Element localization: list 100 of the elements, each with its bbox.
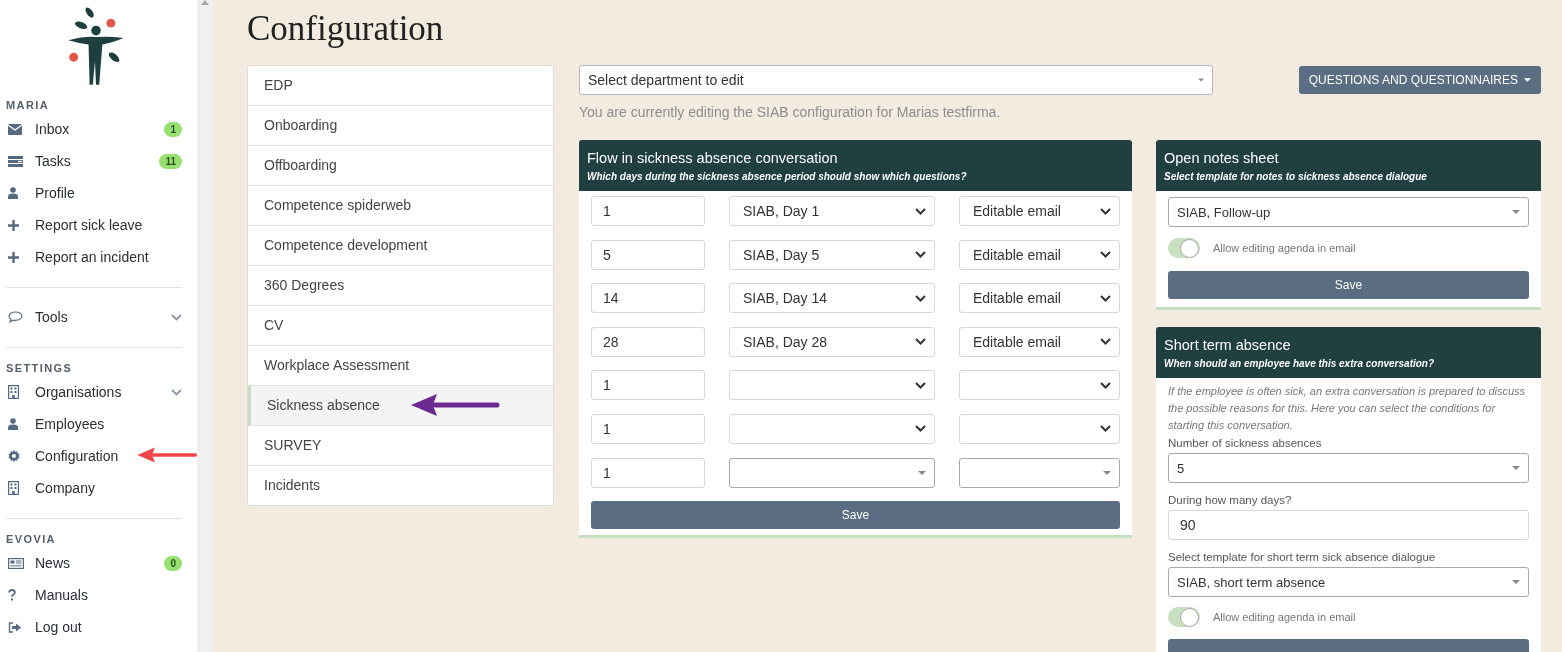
menu-item[interactable]: Competence development [248, 226, 553, 266]
select-field[interactable]: SIAB, short term absence [1168, 567, 1529, 597]
sidebar-item[interactable]: Log out [6, 611, 182, 643]
chevron-down-icon [915, 207, 926, 215]
menu-item[interactable]: Incidents [248, 466, 553, 505]
day-input[interactable]: 5 [591, 239, 705, 270]
sidebar-item-label: Organisations [35, 384, 123, 400]
card-title: Short term absence [1164, 336, 1292, 354]
sidebar-item-label: Report an incident [35, 249, 150, 265]
sidebar-item-label: Report sick leave [35, 217, 144, 233]
menu-item[interactable]: SURVEY [248, 426, 553, 466]
day-input[interactable]: 1 [591, 370, 705, 401]
day-input[interactable]: 1 [591, 413, 705, 444]
menu-item[interactable]: Onboarding [248, 106, 553, 146]
sidebar-item[interactable]: Organisations [6, 376, 182, 408]
template-select[interactable]: SIAB, Day 28 [729, 326, 935, 357]
select-field[interactable]: 5 [1168, 453, 1529, 483]
template-select[interactable] [729, 457, 935, 488]
questions-dropdown-button[interactable]: QUESTIONS AND QUESTIONNAIRES [1298, 66, 1541, 94]
sidebar-item-label: News [35, 555, 71, 571]
field-label: Number of sickness absences [1168, 436, 1323, 451]
sidebar-item[interactable]: Tools [6, 301, 182, 333]
toggle-label: Allow editing agenda in email [1213, 611, 1356, 623]
delivery-select[interactable] [959, 413, 1120, 444]
field-label: During how many days? [1168, 493, 1293, 508]
template-select[interactable] [729, 370, 935, 401]
card-subtitle: When should an employee have this extra conversation? [1164, 357, 1436, 370]
sidebar-item-label: Company [35, 480, 96, 496]
sidebar-item-label: Profile [35, 185, 76, 201]
delivery-select[interactable]: Editable email [959, 326, 1120, 357]
question-mark-icon [8, 589, 16, 601]
days-input[interactable]: 90 [1168, 510, 1529, 540]
template-select[interactable]: SIAB, Follow-up [1168, 197, 1529, 227]
sidebar-item-label: Manuals [35, 587, 89, 603]
menu-item[interactable]: Offboarding [248, 146, 553, 186]
chevron-down-icon [915, 338, 926, 346]
chevron-down-icon [915, 425, 926, 433]
card-title: Open notes sheet [1164, 149, 1280, 167]
scrollbar[interactable] [197, 0, 213, 652]
person-icon [8, 418, 18, 430]
sidebar-item[interactable]: Inbox 1 [6, 113, 182, 145]
sidebar-item[interactable]: Configuration [6, 440, 182, 472]
envelope-icon [8, 123, 22, 135]
save-button[interactable]: Save [591, 500, 1120, 529]
template-select[interactable]: SIAB, Day 14 [729, 283, 935, 314]
page-title: Configuration [247, 10, 445, 50]
sidebar-item-label: Configuration [35, 448, 120, 464]
sidebar-item[interactable]: News 0 [6, 547, 182, 579]
speech-bubble-icon [8, 311, 23, 323]
caret-icon [1512, 210, 1520, 214]
building-icon [8, 481, 19, 495]
delivery-select[interactable]: Editable email [959, 196, 1120, 226]
logout-icon [8, 621, 22, 633]
toggle-label: Allow editing agenda in email [1213, 242, 1356, 254]
template-select[interactable]: SIAB, Day 5 [729, 239, 935, 270]
day-input[interactable]: 14 [591, 283, 705, 314]
menu-item[interactable]: EDP [248, 66, 553, 106]
delivery-select[interactable] [959, 457, 1120, 488]
count-badge: 0 [164, 555, 182, 571]
sidebar-item[interactable]: Company [6, 472, 182, 504]
info-text: You are currently editing the SIAB configuration for Marias testfirma. [579, 104, 1002, 120]
department-select[interactable]: Select department to edit [579, 65, 1213, 95]
sidebar-item[interactable]: Employees [6, 408, 182, 440]
menu-item[interactable]: Competence spiderweb [248, 186, 553, 226]
sidebar-item-label: Tasks [35, 153, 72, 169]
menu-item[interactable]: CV [248, 306, 553, 346]
plus-icon [8, 219, 19, 231]
chevron-down-icon [915, 251, 926, 259]
save-button[interactable]: Save [1168, 271, 1529, 299]
newspaper-icon [8, 557, 24, 569]
sidebar-item[interactable]: Report sick leave [6, 209, 182, 241]
day-input[interactable]: 28 [591, 326, 705, 357]
chevron-down-icon [1100, 207, 1111, 215]
scroll-up-icon[interactable] [201, 0, 209, 5]
delivery-select[interactable]: Editable email [959, 239, 1120, 270]
section-heading: EVOVIA [6, 532, 57, 547]
delivery-select[interactable] [959, 370, 1120, 401]
caret-icon [1512, 580, 1520, 584]
delivery-select[interactable]: Editable email [959, 283, 1120, 314]
sidebar-item[interactable]: Manuals [6, 579, 182, 611]
template-select[interactable] [729, 413, 935, 444]
settings-icon [8, 450, 20, 462]
day-input[interactable]: 1 [591, 196, 705, 226]
day-input[interactable]: 1 [591, 457, 705, 488]
chevron-down-icon [1100, 338, 1111, 346]
count-badge: 11 [159, 153, 182, 169]
sidebar-item[interactable]: Tasks 11 [6, 145, 182, 177]
sidebar-item[interactable]: Profile [6, 177, 182, 209]
template-select[interactable]: SIAB, Day 1 [729, 196, 935, 226]
section-heading: MARIA [6, 98, 51, 113]
menu-item[interactable]: 360 Degrees [248, 266, 553, 306]
toggle-switch[interactable] [1168, 607, 1200, 627]
toggle-switch[interactable] [1168, 238, 1200, 258]
menu-item[interactable]: Sickness absence [248, 386, 553, 426]
sidebar-item[interactable]: Report an incident [6, 241, 182, 273]
card-subtitle: Which days during the sickness absence period should show which questions? [587, 170, 968, 183]
caret-icon [1512, 466, 1520, 470]
sidebar-item-label: Tools [35, 309, 69, 325]
caret-icon [1198, 78, 1204, 82]
sidebar-item-label: Inbox [35, 121, 71, 137]
